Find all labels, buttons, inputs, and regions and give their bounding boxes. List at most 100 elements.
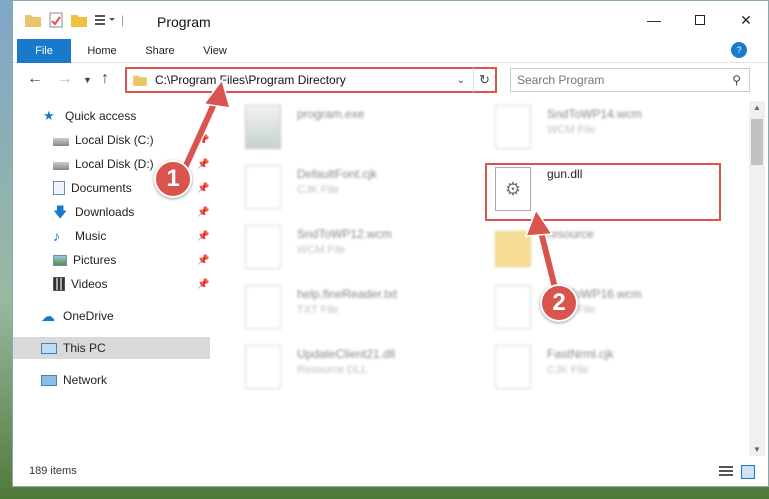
address-dropdown-chevron-icon[interactable]: ⌄ <box>457 75 465 86</box>
sidebar-item-onedrive[interactable]: ☁ OneDrive <box>13 305 210 327</box>
scroll-down-icon[interactable]: ▼ <box>753 445 761 454</box>
up-button[interactable]: ↑ <box>101 70 109 88</box>
tab-file[interactable]: File <box>17 39 71 63</box>
network-icon <box>41 374 57 386</box>
download-icon: 🡇 <box>53 204 68 220</box>
star-icon: ★ <box>43 108 55 123</box>
sidebar-item-label: Local Disk (C:) <box>75 133 154 147</box>
sidebar-item-network[interactable]: Network <box>13 369 210 391</box>
tab-share[interactable]: Share <box>135 39 185 63</box>
new-folder-icon[interactable] <box>71 13 87 27</box>
pictures-icon <box>53 254 67 266</box>
computer-icon <box>41 342 57 354</box>
sidebar-item-label: OneDrive <box>63 309 114 323</box>
scroll-up-icon[interactable]: ▲ <box>753 103 761 112</box>
sidebar-item-pictures[interactable]: Pictures 📌 <box>13 249 210 271</box>
tab-view[interactable]: View <box>193 39 237 63</box>
forward-button[interactable]: → <box>57 70 73 88</box>
pin-icon[interactable]: 📌 <box>197 159 209 170</box>
title-separator: | <box>121 13 125 27</box>
document-icon <box>495 285 531 329</box>
address-bar[interactable]: C:\Program Files\Program Directory ⌄ ↻ <box>125 67 497 93</box>
pin-icon[interactable]: 📌 <box>197 183 209 194</box>
sidebar-item-videos[interactable]: Videos 📌 <box>13 273 210 295</box>
sidebar-item-this-pc[interactable]: This PC <box>13 337 210 359</box>
customize-icon[interactable] <box>95 13 117 27</box>
ribbon-expand-icon[interactable]: ? <box>731 42 747 58</box>
close-icon: ✕ <box>740 11 752 28</box>
list-item[interactable]: program.exe <box>245 103 485 155</box>
maximize-button[interactable] <box>677 1 723 39</box>
list-item[interactable]: SndToWP16.wcm WCM File <box>495 283 735 335</box>
document-icon <box>495 345 531 389</box>
sidebar-item-label: Quick access <box>65 109 137 123</box>
gun-dll-highlight-box <box>485 163 721 221</box>
pin-icon[interactable]: 📌 <box>197 279 209 290</box>
refresh-icon[interactable]: ↻ <box>473 68 495 92</box>
minimize-button[interactable]: — <box>631 1 677 39</box>
sidebar-item-label: Pictures <box>73 253 117 267</box>
recent-locations-chevron-icon[interactable]: ▼ <box>83 75 92 85</box>
quick-access-toolbar: | <box>25 12 124 28</box>
list-item[interactable]: resource <box>495 223 735 275</box>
drive-icon <box>53 138 69 146</box>
properties-icon[interactable] <box>49 12 63 28</box>
list-item[interactable]: UpdateClient21.dll Resource DLL <box>245 343 485 395</box>
navigation-pane: ★ Quick access Local Disk (C:) 📌 Local D… <box>13 101 210 461</box>
address-path[interactable]: C:\Program Files\Program Directory <box>155 73 346 87</box>
documents-icon <box>53 181 65 195</box>
list-item[interactable]: DefaultFont.cjk CJK File <box>245 163 485 215</box>
file-name: SndToWP12.wcm <box>297 227 392 241</box>
details-view-icon[interactable] <box>719 466 733 478</box>
file-type: WCM File <box>297 244 346 256</box>
pin-icon[interactable]: 📌 <box>197 255 209 266</box>
maximize-icon <box>695 15 705 25</box>
scrollbar-thumb[interactable] <box>751 119 763 165</box>
sidebar-item-label: Videos <box>71 277 108 291</box>
file-name: FastNrml.cjk <box>547 347 614 361</box>
file-type: Resource DLL <box>297 364 368 376</box>
search-icon[interactable]: ⚲ <box>732 73 741 87</box>
list-item[interactable]: help.fineReader.txt TXT File <box>245 283 485 335</box>
status-bar: 189 items <box>13 457 768 486</box>
vertical-scrollbar[interactable]: ▲ ▼ <box>749 101 765 456</box>
sidebar-item-label: Music <box>75 229 107 243</box>
music-icon: ♪ <box>53 228 60 244</box>
list-item[interactable]: FastNrml.cjk CJK File <box>495 343 735 395</box>
close-button[interactable]: ✕ <box>723 1 768 39</box>
back-button[interactable]: ← <box>27 70 43 88</box>
sidebar-item-downloads[interactable]: 🡇 Downloads 📌 <box>13 201 210 223</box>
pin-icon[interactable]: 📌 <box>197 231 209 242</box>
dll-settings-icon <box>245 345 281 389</box>
address-row: ← → ▼ ↑ C:\Program Files\Program Directo… <box>13 63 768 97</box>
pin-icon[interactable]: 📌 <box>197 207 209 218</box>
file-type: CJK File <box>547 364 589 376</box>
list-item[interactable]: SndToWP14.wcm WCM File <box>495 103 735 155</box>
file-name: resource <box>547 227 594 241</box>
file-list: program.exe SndToWP14.wcm WCM File Defau… <box>211 101 749 456</box>
pin-icon[interactable]: 📌 <box>197 135 209 146</box>
file-name: UpdateClient21.dll <box>297 347 396 361</box>
sidebar-item-local-disk-c[interactable]: Local Disk (C:) 📌 <box>13 129 210 151</box>
folder-icon <box>133 75 147 86</box>
callout-step-1: 1 <box>154 160 192 198</box>
item-count: 189 items <box>29 465 77 477</box>
sidebar-item-label: Downloads <box>75 205 135 219</box>
file-type: TXT File <box>297 304 339 316</box>
large-icons-view-icon[interactable] <box>741 465 755 479</box>
document-icon <box>245 165 281 209</box>
list-item[interactable]: SndToWP12.wcm WCM File <box>245 223 485 275</box>
search-input[interactable] <box>517 73 717 87</box>
search-box[interactable]: ⚲ <box>510 68 750 92</box>
sidebar-item-label: Network <box>63 373 108 387</box>
folder-icon <box>25 15 41 27</box>
tab-home[interactable]: Home <box>77 39 127 63</box>
executable-icon <box>245 105 281 149</box>
minimize-icon: — <box>647 12 661 28</box>
cloud-icon: ☁ <box>41 308 55 324</box>
folder-icon <box>495 231 531 267</box>
file-name: help.fineReader.txt <box>297 287 398 301</box>
sidebar-item-quick-access[interactable]: ★ Quick access <box>13 105 210 127</box>
sidebar-item-music[interactable]: ♪ Music 📌 <box>13 225 210 247</box>
explorer-window: | Program — ✕ File Home Share View ? ← →… <box>12 0 769 487</box>
